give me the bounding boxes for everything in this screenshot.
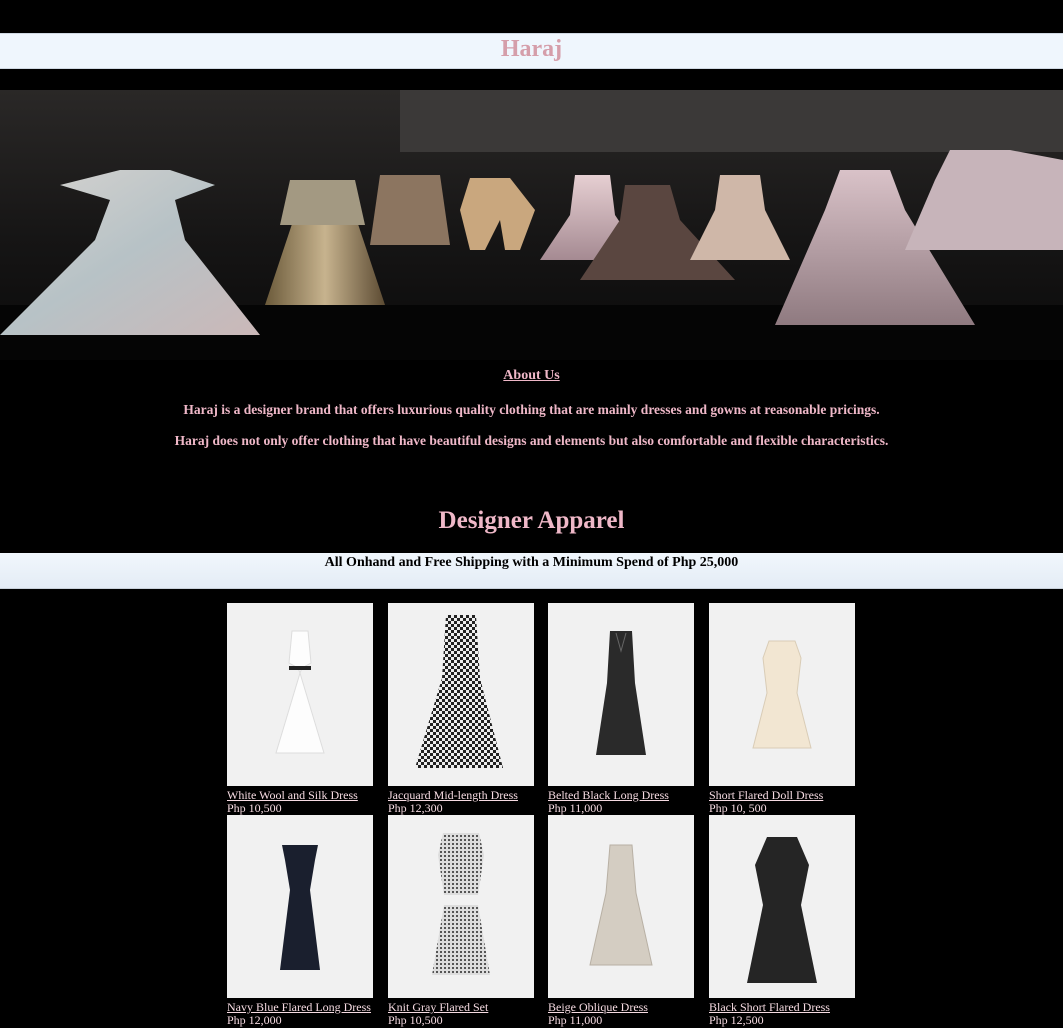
product-card[interactable]: White Wool and Silk Dress Php 10,500 [227,603,373,815]
product-price: Php 10,500 [388,1013,443,1027]
product-price: Php 11,000 [548,801,603,815]
product-card[interactable]: Jacquard Mid-length Dress Php 12,300 [388,603,534,815]
about-paragraph-2: Haraj does not only offer clothing that … [174,433,889,448]
product-image[interactable] [388,815,534,998]
product-card[interactable]: Black Short Flared Dress Php 12,500 [709,815,855,1027]
product-card[interactable]: Navy Blue Flared Long Dress Php 12,000 [227,815,373,1027]
header-bar: Haraj [0,33,1063,69]
brand-title: Haraj [500,36,563,62]
product-card[interactable]: Belted Black Long Dress Php 11,000 [548,603,694,815]
about-heading[interactable]: About Us [0,368,1063,384]
shipping-note: All Onhand and Free Shipping with a Mini… [324,555,739,570]
product-price: Php 12,300 [388,801,443,815]
product-price: Php 12,500 [709,1013,764,1027]
product-price: Php 12,000 [227,1013,282,1027]
product-image[interactable] [709,815,855,998]
product-price: Php 11,000 [548,1013,603,1027]
product-card[interactable]: Beige Oblique Dress Php 11,000 [548,815,694,1027]
hero-image [0,90,1063,360]
product-price: Php 10, 500 [709,801,767,815]
shipping-bar: All Onhand and Free Shipping with a Mini… [0,553,1063,589]
product-image[interactable] [227,815,373,998]
about-paragraph-1: Haraj is a designer brand that offers lu… [183,402,880,417]
product-price: Php 10,500 [227,801,282,815]
product-card[interactable]: Knit Gray Flared Set Php 10,500 [388,815,534,1027]
product-card[interactable]: Short Flared Doll Dress Php 10, 500 [709,603,855,815]
product-image[interactable] [227,603,373,786]
about-section: About Us Haraj is a designer brand that … [0,368,1063,450]
product-image[interactable] [709,603,855,786]
apparel-title: Designer Apparel [438,507,625,534]
product-image[interactable] [388,603,534,786]
product-image[interactable] [548,603,694,786]
product-image[interactable] [548,815,694,998]
